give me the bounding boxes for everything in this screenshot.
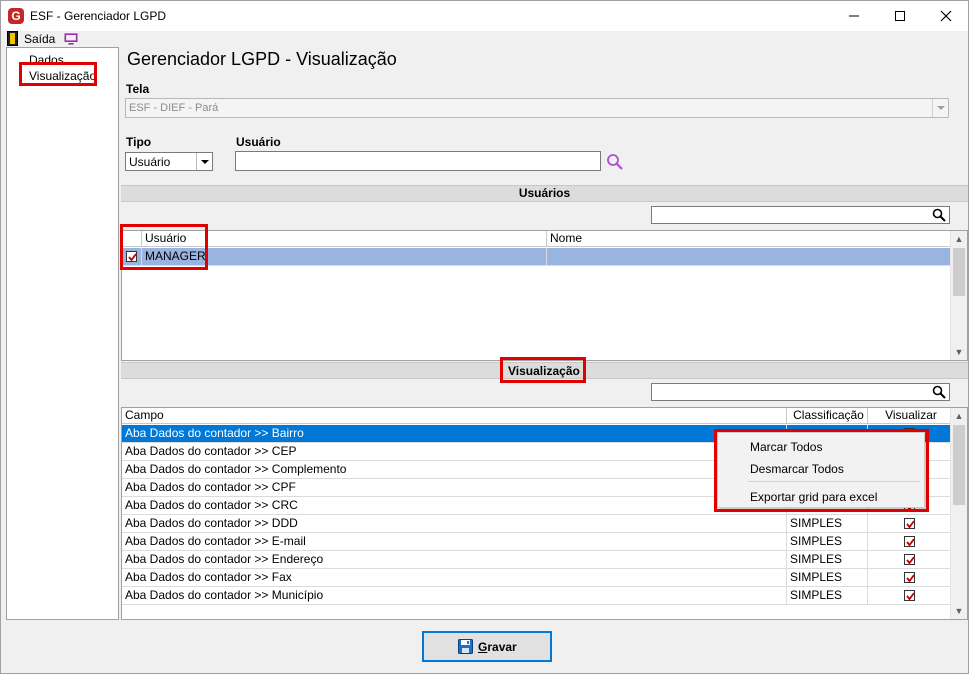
cell-campo: Aba Dados do contador >> CRC <box>122 497 787 515</box>
tipo-label: Tipo <box>126 135 152 149</box>
cell-campo: Aba Dados do contador >> Endereço <box>122 551 787 569</box>
chevron-down-icon <box>201 160 209 164</box>
table-row[interactable]: Aba Dados do contador >> E-mail SIMPLES <box>122 533 951 551</box>
visualizacao-filter-input[interactable] <box>651 383 950 401</box>
checkmark-icon <box>906 574 915 583</box>
exit-door-icon[interactable] <box>7 31 18 46</box>
search-icon[interactable] <box>606 153 624 171</box>
title-bar: G ESF - Gerenciador LGPD <box>1 1 968 31</box>
cell-campo: Aba Dados do contador >> Município <box>122 587 787 605</box>
cell-campo: Aba Dados do contador >> CEP <box>122 443 787 461</box>
cell-classificacao: SIMPLES <box>787 515 868 533</box>
tela-select-value: ESF - DIEF - Pará <box>129 102 219 114</box>
window-title: ESF - Gerenciador LGPD <box>30 9 167 23</box>
visualizar-checkbox[interactable] <box>904 572 915 583</box>
usuarios-grid: Usuário Nome MANAGER ▲ ▼ <box>121 230 968 361</box>
highlight-context-menu <box>714 429 929 512</box>
page-title: Gerenciador LGPD - Visualização <box>127 49 397 69</box>
minimize-button[interactable] <box>831 1 877 31</box>
search-icon[interactable] <box>932 208 946 222</box>
search-icon[interactable] <box>932 385 946 399</box>
visualizar-checkbox[interactable] <box>904 554 915 565</box>
scroll-down-icon[interactable]: ▼ <box>951 344 967 360</box>
table-row[interactable]: Aba Dados do contador >> Município SIMPLE… <box>122 587 951 605</box>
usuarios-section-header: Usuários <box>121 185 968 202</box>
column-header-visualizar[interactable]: Visualizar <box>868 408 951 424</box>
highlight-usuarios-row <box>120 224 208 270</box>
scroll-up-icon[interactable]: ▲ <box>951 408 967 424</box>
exit-menu-item[interactable]: Saída <box>24 32 55 46</box>
scroll-thumb[interactable] <box>953 248 965 296</box>
scroll-thumb[interactable] <box>953 425 965 505</box>
checkmark-icon <box>906 556 915 565</box>
maximize-button[interactable] <box>877 1 923 31</box>
cell-campo: Aba Dados do contador >> DDD <box>122 515 787 533</box>
usuario-label: Usuário <box>236 135 281 149</box>
close-icon <box>940 10 952 22</box>
visualizacao-grid-header: Campo Classificação Visualizar <box>122 408 951 424</box>
visualizar-checkbox[interactable] <box>904 536 915 547</box>
minimize-icon <box>849 15 859 17</box>
menu-bar: Saída <box>1 31 968 47</box>
scroll-up-icon[interactable]: ▲ <box>951 231 967 247</box>
monitor-icon[interactable] <box>64 32 78 46</box>
scroll-down-icon[interactable]: ▼ <box>951 603 967 619</box>
cell-campo: Aba Dados do contador >> Complemento <box>122 461 787 479</box>
table-row[interactable]: Aba Dados do contador >> Endereço SIMPLES <box>122 551 951 569</box>
cell-visualizar[interactable] <box>868 533 951 551</box>
visualizar-checkbox[interactable] <box>904 518 915 529</box>
tela-select[interactable]: ESF - DIEF - Pará <box>125 98 949 118</box>
tipo-dropdown-arrow[interactable] <box>196 153 212 170</box>
save-button-label: Gravar <box>478 640 517 654</box>
cell-classificacao: SIMPLES <box>787 569 868 587</box>
save-button[interactable]: Gravar <box>422 631 552 662</box>
cell-visualizar[interactable] <box>868 515 951 533</box>
highlight-visualizacao-title <box>500 357 586 383</box>
sidebar-nav: Dados Visualização <box>6 47 119 620</box>
app-window: G ESF - Gerenciador LGPD Saída Dados Vis… <box>0 0 969 674</box>
column-header-campo[interactable]: Campo <box>122 408 787 424</box>
cell-campo: Aba Dados do contador >> CPF <box>122 479 787 497</box>
tela-dropdown-arrow[interactable] <box>932 99 948 117</box>
chevron-down-icon <box>937 106 945 110</box>
cell-campo: Aba Dados do contador >> Fax <box>122 569 787 587</box>
maximize-icon <box>895 11 905 21</box>
table-row[interactable]: Aba Dados do contador >> DDD SIMPLES <box>122 515 951 533</box>
cell-classificacao: SIMPLES <box>787 587 868 605</box>
checkmark-icon <box>906 538 915 547</box>
floppy-disk-icon <box>458 639 473 654</box>
visualizar-checkbox[interactable] <box>904 590 915 601</box>
cell-campo: Aba Dados do contador >> Bairro <box>122 425 787 443</box>
close-button[interactable] <box>923 1 969 31</box>
tipo-select[interactable]: Usuário <box>125 152 213 171</box>
tela-label: Tela <box>126 82 150 96</box>
usuario-input[interactable] <box>235 151 601 171</box>
checkmark-icon <box>906 592 915 601</box>
usuarios-filter-input[interactable] <box>651 206 950 224</box>
column-header-nome[interactable]: Nome <box>547 231 951 247</box>
cell-campo: Aba Dados do contador >> E-mail <box>122 533 787 551</box>
app-logo-icon: G <box>8 8 24 24</box>
column-header-classificacao[interactable]: Classificação <box>787 408 868 424</box>
cell-visualizar[interactable] <box>868 569 951 587</box>
cell-visualizar[interactable] <box>868 551 951 569</box>
table-row[interactable]: Aba Dados do contador >> Fax SIMPLES <box>122 569 951 587</box>
cell-nome <box>547 248 951 266</box>
usuarios-vertical-scrollbar[interactable]: ▲ ▼ <box>950 231 967 360</box>
visualizacao-vertical-scrollbar[interactable]: ▲ ▼ <box>950 408 967 619</box>
highlight-sidebar-visualizacao <box>19 62 97 86</box>
cell-classificacao: SIMPLES <box>787 551 868 569</box>
tipo-select-value: Usuário <box>129 155 171 169</box>
usuarios-grid-header: Usuário Nome <box>122 231 951 247</box>
cell-visualizar[interactable] <box>868 587 951 605</box>
table-row[interactable]: MANAGER <box>122 248 951 266</box>
checkmark-icon <box>906 520 915 529</box>
cell-classificacao: SIMPLES <box>787 533 868 551</box>
